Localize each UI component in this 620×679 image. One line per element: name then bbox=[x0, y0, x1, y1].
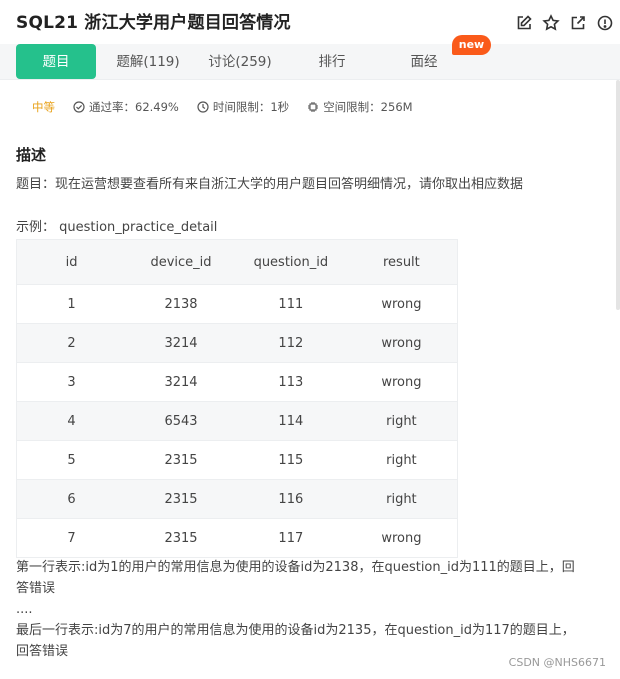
page-title: SQL21 浙江大学用户题目回答情况 bbox=[16, 13, 291, 33]
note-first-line: 第一行表示:id为1的用户的常用信息为使用的设备id为2138，在questio… bbox=[16, 560, 575, 575]
table-cell: 5 bbox=[67, 452, 76, 468]
table-cell: wrong bbox=[381, 374, 422, 390]
space-limit-text: 空间限制：256M bbox=[323, 100, 413, 114]
table-cell: 115 bbox=[278, 452, 304, 468]
table-row: 2 3214 112 wrong bbox=[16, 323, 458, 363]
problem-meta: 中等 通过率：62.49% 时间限制：1秒 空间限制：256M bbox=[32, 98, 431, 116]
tab-discussion[interactable]: 讨论(259) bbox=[200, 44, 280, 80]
table-cell: 2315 bbox=[164, 491, 198, 507]
example-table: id device_id question_id result 1 2138 111… bbox=[16, 239, 458, 558]
table-cell: 7 bbox=[67, 530, 76, 546]
page-header: SQL21 浙江大学用户题目回答情况 bbox=[16, 10, 614, 36]
table-row: 3 3214 113 wrong bbox=[16, 362, 458, 402]
table-cell: 3 bbox=[67, 374, 76, 390]
table-cell: 6543 bbox=[164, 413, 198, 429]
column-header: question_id bbox=[253, 254, 329, 270]
table-cell: 114 bbox=[278, 413, 304, 429]
space-limit: 空间限制：256M bbox=[307, 99, 413, 115]
table-row: 7 2315 117 wrong bbox=[16, 518, 458, 558]
table-cell: 2315 bbox=[164, 530, 198, 546]
table-cell: 6 bbox=[67, 491, 76, 507]
table-cell: wrong bbox=[381, 530, 422, 546]
column-header: result bbox=[382, 254, 420, 270]
table-cell: 112 bbox=[278, 335, 304, 351]
star-icon[interactable] bbox=[542, 14, 560, 32]
watermark: CSDN @NHS6671 bbox=[508, 656, 606, 669]
tab-problem[interactable]: 题目 bbox=[16, 44, 96, 79]
table-row: 6 2315 116 right bbox=[16, 479, 458, 519]
table-cell: 116 bbox=[278, 491, 304, 507]
time-limit-text: 时间限制：1秒 bbox=[212, 100, 290, 114]
table-cell: 2138 bbox=[164, 296, 198, 312]
difficulty-badge: 中等 bbox=[32, 100, 55, 114]
chip-icon bbox=[308, 102, 319, 112]
tab-ranking[interactable]: 排行 bbox=[292, 44, 372, 80]
description-text: 题目：现在运营想要查看所有来自浙江大学的用户题目回答明细情况，请你取出相应数据 bbox=[16, 177, 524, 192]
pass-rate-text: 通过率：62.49% bbox=[89, 100, 179, 114]
table-cell: wrong bbox=[381, 296, 422, 312]
tab-solutions[interactable]: 题解(119) bbox=[108, 44, 188, 80]
example-label: 示例： question_practice_detail bbox=[16, 220, 218, 235]
tab-bar: 题目 题解(119) 讨论(259) 排行 面经 bbox=[0, 44, 620, 80]
table-header-row: id device_id question_id result bbox=[16, 239, 458, 285]
table-cell: 1 bbox=[67, 296, 76, 312]
table-row: 5 2315 115 right bbox=[16, 440, 458, 480]
table-cell: 3214 bbox=[164, 335, 198, 351]
check-circle-icon bbox=[73, 101, 85, 113]
table-row: 4 6543 114 right bbox=[16, 401, 458, 441]
edit-icon[interactable] bbox=[515, 14, 533, 32]
note-last-line: 最后一行表示:id为7的用户的常用信息为使用的设备id为2135，在questi… bbox=[16, 623, 575, 638]
column-header: id bbox=[65, 254, 78, 270]
report-icon[interactable] bbox=[596, 14, 614, 32]
table-cell: 117 bbox=[278, 530, 304, 546]
table-cell: 113 bbox=[278, 374, 304, 390]
table-cell: 2315 bbox=[164, 452, 198, 468]
table-row: 1 2138 111 wrong bbox=[16, 284, 458, 324]
table-cell: 2 bbox=[67, 335, 76, 351]
table-cell: right bbox=[386, 413, 417, 429]
scrollbar[interactable] bbox=[616, 80, 620, 310]
time-limit: 时间限制：1秒 bbox=[197, 99, 289, 115]
clock-icon bbox=[197, 101, 209, 113]
table-cell: wrong bbox=[381, 335, 422, 351]
header-actions bbox=[515, 14, 614, 32]
table-cell: right bbox=[386, 452, 417, 468]
note-first-line-cont: 答错误 bbox=[16, 581, 56, 596]
pass-rate: 通过率：62.49% bbox=[73, 99, 179, 115]
share-icon[interactable] bbox=[569, 14, 587, 32]
column-header: device_id bbox=[150, 254, 212, 270]
table-cell: 3214 bbox=[164, 374, 198, 390]
note-last-line-cont: 回答错误 bbox=[16, 644, 69, 659]
description-heading: 描述 bbox=[16, 146, 47, 164]
table-cell: 111 bbox=[278, 296, 304, 312]
note-ellipsis: .... bbox=[16, 602, 33, 617]
table-cell: 4 bbox=[67, 413, 76, 429]
new-badge: new bbox=[452, 35, 491, 55]
table-cell: right bbox=[386, 491, 417, 507]
